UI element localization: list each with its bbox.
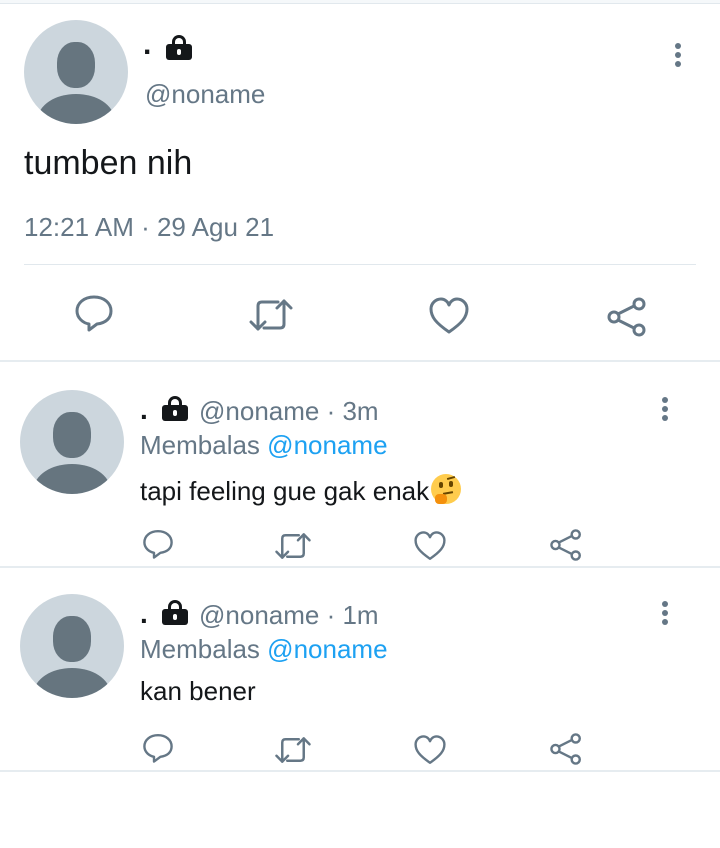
replying-to: Membalas @noname — [140, 430, 388, 461]
more-options-icon[interactable] — [662, 397, 670, 424]
like-icon[interactable] — [428, 296, 470, 336]
protected-lock-icon — [166, 35, 192, 60]
retweet-icon[interactable] — [248, 296, 294, 334]
reply-handle-time[interactable]: @noname · 3m — [199, 396, 379, 427]
avatar-body — [34, 668, 110, 698]
reply-text: tapi feeling gue gak enak — [140, 472, 463, 507]
avatar-head — [53, 412, 91, 458]
avatar-body — [38, 94, 114, 124]
replying-prefix: Membalas — [140, 430, 260, 460]
reply-text-content: tapi feeling gue gak enak — [140, 476, 430, 506]
share-icon[interactable] — [549, 732, 583, 766]
reply-text: kan bener — [140, 676, 256, 706]
avatar-head — [53, 616, 91, 662]
divider — [24, 264, 696, 265]
like-icon[interactable] — [413, 734, 447, 766]
more-options-icon[interactable] — [662, 601, 670, 628]
share-icon[interactable] — [549, 528, 583, 562]
avatar-head — [57, 42, 95, 88]
reply-icon[interactable] — [74, 294, 114, 332]
reply-icon[interactable] — [142, 732, 174, 764]
tweet-text: tumben nih — [24, 144, 193, 182]
tweet-timestamp[interactable]: 12:21 AM · 29 Agu 21 — [24, 212, 274, 243]
reply-tweet[interactable]: . @noname · 3m Membalas @noname tapi fee… — [0, 364, 720, 568]
avatar[interactable] — [24, 20, 128, 124]
protected-lock-icon — [162, 600, 188, 625]
reply-icon[interactable] — [142, 528, 174, 560]
replying-to: Membalas @noname — [140, 634, 388, 665]
retweet-icon[interactable] — [274, 530, 312, 562]
reply-display-name[interactable]: . — [140, 394, 148, 426]
retweet-icon[interactable] — [274, 734, 312, 766]
like-icon[interactable] — [413, 530, 447, 562]
avatar[interactable] — [20, 390, 124, 494]
replying-prefix: Membalas — [140, 634, 260, 664]
avatar[interactable] — [20, 594, 124, 698]
reply-handle-time[interactable]: @noname · 1m — [199, 600, 379, 631]
more-options-icon[interactable] — [675, 43, 683, 70]
reply-tweet[interactable]: . @noname · 1m Membalas @noname kan bene… — [0, 568, 720, 772]
protected-lock-icon — [162, 396, 188, 421]
display-name[interactable]: . — [143, 30, 151, 60]
mention-link[interactable]: @noname — [267, 634, 387, 664]
avatar-body — [34, 464, 110, 494]
mention-link[interactable]: @noname — [267, 430, 387, 460]
main-tweet[interactable]: . @noname tumben nih 12:21 AM · 29 Agu 2… — [0, 4, 720, 362]
username[interactable]: @noname — [145, 79, 265, 110]
thinking-face-emoji — [429, 472, 463, 506]
share-icon[interactable] — [606, 296, 648, 338]
reply-display-name[interactable]: . — [140, 598, 148, 630]
